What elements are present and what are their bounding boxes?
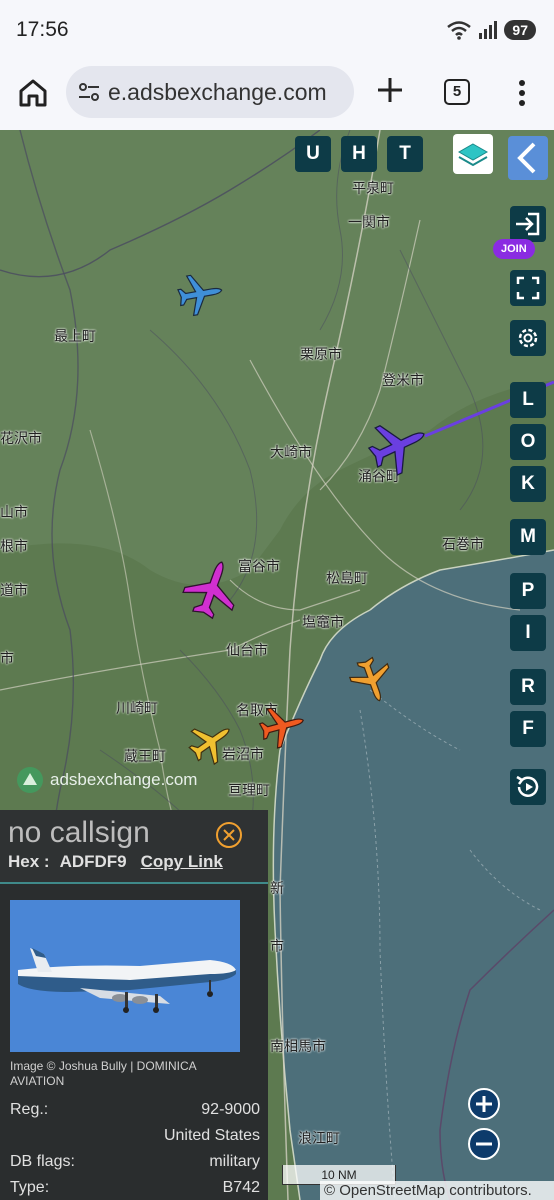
aircraft-marker[interactable] [366,416,430,476]
place-label: 仙台市 [226,642,268,658]
toggle-o-button[interactable]: O [510,424,546,460]
place-label: 一関市 [348,214,390,230]
fullscreen-icon [516,276,540,300]
zoom-out-button[interactable] [468,1128,500,1160]
adsbexchange-logo-icon [17,767,43,793]
zoom-in-icon [476,1096,492,1112]
place-label: 浪江町 [298,1130,340,1146]
copy-link[interactable]: Copy Link [141,852,223,871]
aircraft-photo-image [10,900,240,1052]
toggle-l-button[interactable]: L [510,382,546,418]
toggle-h-button[interactable]: H [341,136,377,172]
db-flags-value: military [209,1153,260,1170]
registration-label: Reg.: [10,1101,49,1118]
country-value: United States [163,1127,260,1144]
new-tab-icon[interactable] [374,74,406,106]
toggle-t-button[interactable]: T [387,136,423,172]
toggle-f-button[interactable]: F [510,711,546,747]
layers-icon [457,143,489,167]
toggle-r-button[interactable]: R [510,669,546,705]
address-bar[interactable]: e.adsbexchange.com [66,66,354,118]
toggle-u-button[interactable]: U [295,136,331,172]
layers-button[interactable] [453,134,493,174]
place-label: 市 [0,650,14,666]
watermark: adsbexchange.com [16,766,197,794]
place-label: 栗原市 [300,346,342,362]
info-panel-header: no callsign Hex : ADFDF9 Copy Link [0,810,268,884]
place-label: 平泉町 [352,180,394,196]
aircraft-marker[interactable] [254,700,310,752]
place-label: 富谷市 [238,558,280,574]
type-row: Type: B742 [10,1179,260,1197]
aircraft-photo[interactable] [10,900,240,1052]
toggle-m-button[interactable]: M [510,519,546,555]
status-icons: 97 [446,20,536,40]
replay-button[interactable] [510,769,546,805]
hex-value: ADFDF9 [59,852,127,871]
login-icon [516,212,540,236]
place-label: 新 [270,880,284,896]
registration-row: Reg.: 92-9000 [10,1101,260,1119]
settings-button[interactable] [510,320,546,356]
type-label: Type: [10,1179,50,1196]
image-credit[interactable]: Image © Joshua Bully | DOMINICA AVIATION [10,1059,250,1089]
place-label: 山市 [0,504,28,520]
zoom-in-button[interactable] [468,1088,500,1120]
place-label: 道市 [0,582,28,598]
replay-icon [516,775,539,797]
join-badge[interactable]: JOIN [493,239,535,259]
status-time: 17:56 [16,18,69,41]
toggle-k-button[interactable]: K [510,466,546,502]
aircraft-marker[interactable] [346,654,398,706]
hex-row: Hex : ADFDF9 Copy Link [8,852,223,872]
wifi-icon [447,21,472,40]
aircraft-marker[interactable] [182,716,240,768]
zoom-out-icon [476,1142,492,1146]
gear-icon [518,328,538,348]
place-label: 南相馬市 [270,1038,326,1054]
place-label: 最上町 [54,328,96,344]
aircraft-marker[interactable] [176,268,224,320]
place-label: 塩竈市 [302,614,344,630]
toggle-i-button[interactable]: I [510,615,546,651]
browser-toolbar: e.adsbexchange.com 5 [0,60,554,130]
collapse-sidebar-button[interactable] [508,136,548,180]
map-view[interactable]: 平泉町 一関市 最上町 栗原市 登米市 花沢市 大崎市 涌谷町 山市 根市 石巻… [0,130,554,1200]
fullscreen-button[interactable] [510,270,546,306]
site-settings-icon[interactable] [76,79,102,105]
close-icon[interactable] [214,820,244,850]
place-label: 蔵王町 [124,748,166,764]
signal-icon [479,21,498,39]
place-label: 大崎市 [270,444,312,460]
place-label: 石巻市 [442,536,484,552]
place-label: 根市 [0,538,28,554]
callsign: no callsign [8,816,150,849]
aircraft-marker[interactable] [180,558,244,620]
place-label: 市 [270,938,284,954]
place-label: 花沢市 [0,430,42,446]
place-label: 松島町 [326,570,368,586]
login-button[interactable] [510,206,546,242]
type-value: B742 [222,1179,260,1196]
aircraft-info-panel: no callsign Hex : ADFDF9 Copy Link Image… [0,810,268,1200]
map-attribution[interactable]: © OpenStreetMap contributors. [320,1181,554,1200]
tab-switcher-button[interactable]: 5 [444,79,470,105]
place-label: 亘理町 [228,782,270,798]
watermark-text: adsbexchange.com [50,770,198,789]
battery-indicator: 97 [504,20,536,40]
db-flags-row: DB flags: military [10,1153,260,1171]
place-label: 登米市 [382,372,424,388]
home-icon[interactable] [16,76,50,110]
hex-label: Hex : [8,852,50,871]
toggle-p-button[interactable]: P [510,573,546,609]
chevron-left-icon [517,142,536,174]
url-text: e.adsbexchange.com [108,79,327,105]
db-flags-label: DB flags: [10,1153,75,1170]
registration-value: 92-9000 [201,1101,260,1118]
status-bar: 17:56 97 [0,0,554,60]
place-label: 川崎町 [116,700,158,716]
more-menu-icon[interactable] [510,76,534,110]
